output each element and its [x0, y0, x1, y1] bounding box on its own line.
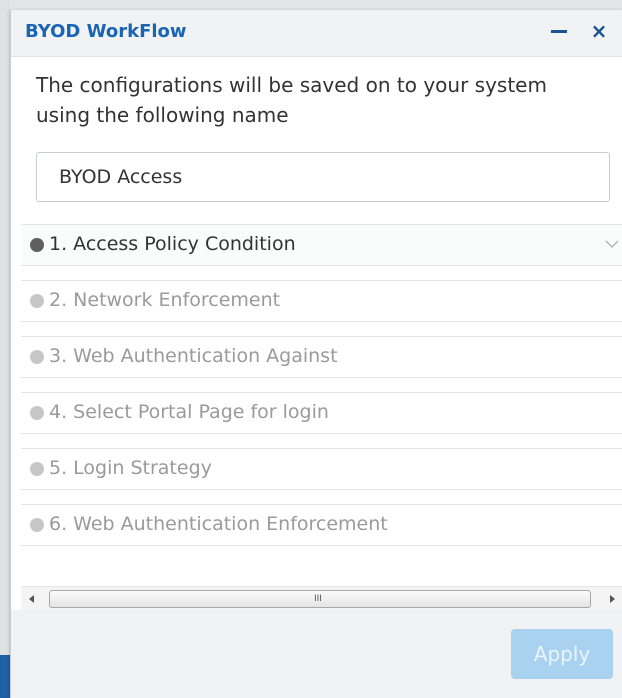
- horizontal-scrollbar[interactable]: III: [21, 586, 622, 611]
- step-label: 4. Select Portal Page for login: [49, 401, 329, 423]
- step-web-authentication-enforcement[interactable]: 6. Web Authentication Enforcement: [21, 504, 622, 546]
- chevron-down-icon[interactable]: [603, 235, 621, 253]
- configuration-name-input[interactable]: [36, 152, 610, 202]
- scrollbar-grip-icon: III: [314, 594, 322, 604]
- step-access-policy-condition[interactable]: 1. Access Policy Condition: [21, 224, 622, 266]
- workflow-steps: 1. Access Policy Condition 2. Network En…: [21, 224, 622, 560]
- step-network-enforcement[interactable]: 2. Network Enforcement: [21, 280, 622, 322]
- dialog-footer: Apply: [11, 610, 622, 698]
- close-icon: ×: [590, 19, 608, 43]
- step-status-dot-icon: [30, 350, 44, 364]
- scroll-left-arrow-icon[interactable]: [21, 587, 43, 611]
- step-label: 3. Web Authentication Against: [49, 345, 338, 367]
- step-label: 6. Web Authentication Enforcement: [49, 513, 388, 535]
- background-left-edge: [0, 0, 10, 698]
- step-label: 1. Access Policy Condition: [49, 233, 296, 255]
- apply-button[interactable]: Apply: [511, 629, 613, 679]
- close-button[interactable]: ×: [587, 19, 611, 43]
- step-login-strategy[interactable]: 5. Login Strategy: [21, 448, 622, 490]
- step-label: 2. Network Enforcement: [49, 289, 281, 311]
- step-label: 5. Login Strategy: [49, 457, 212, 479]
- step-status-dot-icon: [30, 518, 44, 532]
- step-web-authentication-against[interactable]: 3. Web Authentication Against: [21, 336, 622, 378]
- scroll-right-arrow-icon[interactable]: [601, 587, 622, 611]
- step-status-dot-icon: [30, 238, 44, 252]
- minimize-icon: [551, 30, 567, 33]
- byod-workflow-dialog: BYOD WorkFlow × The configurations will …: [10, 10, 622, 698]
- background-accent-bar: [0, 655, 10, 698]
- dialog-titlebar: BYOD WorkFlow ×: [11, 10, 622, 57]
- scrollbar-thumb[interactable]: III: [49, 590, 591, 608]
- minimize-button[interactable]: [547, 19, 571, 43]
- step-status-dot-icon: [30, 406, 44, 420]
- dialog-title: BYOD WorkFlow: [25, 21, 187, 42]
- description-text: The configurations will be saved on to y…: [36, 73, 547, 127]
- step-status-dot-icon: [30, 294, 44, 308]
- step-status-dot-icon: [30, 462, 44, 476]
- step-select-portal-page[interactable]: 4. Select Portal Page for login: [21, 392, 622, 434]
